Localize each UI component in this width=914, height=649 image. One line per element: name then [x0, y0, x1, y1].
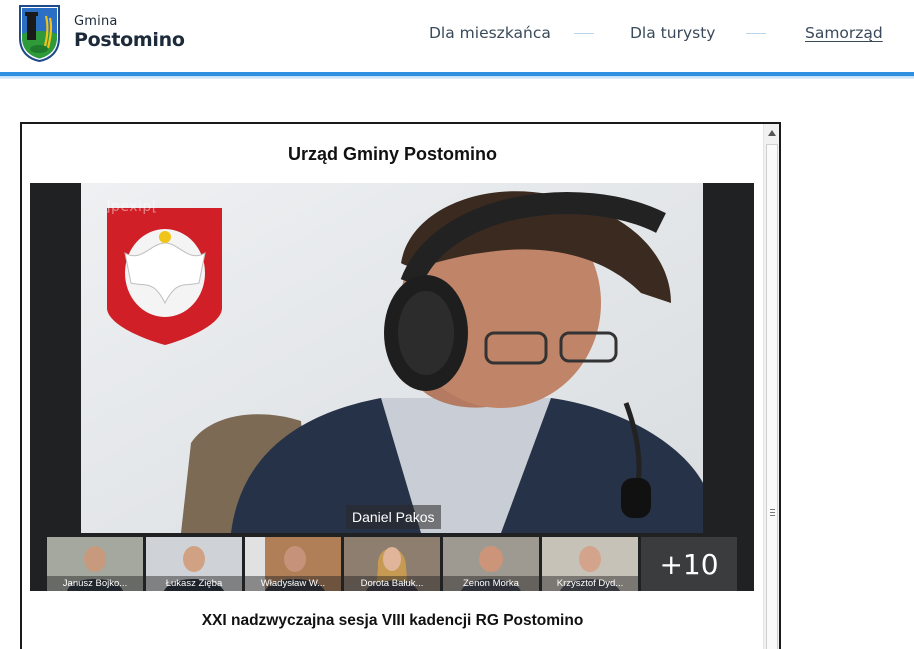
participant-thumbnail[interactable]: Władysław W...	[245, 537, 341, 591]
participant-thumbnails: Janusz Bojko... Łukasz Zięba Władysław W…	[47, 537, 737, 591]
participant-name: Janusz Bojko...	[47, 576, 143, 591]
nav-item-dla-turysty[interactable]: Dla turysty	[630, 0, 715, 66]
brand[interactable]: Gmina Postomino	[74, 14, 185, 51]
speaker-name-label: Daniel Pakos	[346, 505, 441, 529]
nav-item-dla-mieszkanca[interactable]: Dla mieszkańca	[429, 0, 551, 66]
nav-separator	[574, 33, 594, 34]
participant-name: Władysław W...	[245, 576, 341, 591]
participant-name: Łukasz Zięba	[146, 576, 242, 591]
nav-link-dla-mieszkanca[interactable]: Dla mieszkańca	[429, 24, 551, 42]
stream-title: Urząd Gminy Postomino	[287, 144, 498, 164]
participant-thumbnail[interactable]: Janusz Bojko...	[47, 537, 143, 591]
participant-name: Zenon Morka	[443, 576, 539, 591]
nav-separator	[746, 33, 766, 34]
gmina-coat-of-arms-icon[interactable]	[18, 4, 61, 62]
main-speaker-feed[interactable]: ]pexip[ Daniel Pakos	[81, 183, 703, 533]
frame-scrollbar[interactable]	[763, 124, 779, 649]
participant-thumbnail[interactable]: Krzysztof Dyd...	[542, 537, 638, 591]
participant-thumbnail[interactable]: Zenon Morka	[443, 537, 539, 591]
grip-lines-icon	[770, 509, 775, 518]
scrollbar-thumb[interactable]	[766, 144, 778, 649]
brand-name: Postomino	[74, 29, 185, 51]
brand-small-text: Gmina	[74, 14, 118, 29]
site-header: Gmina Postomino Dla mieszkańca Dla turys…	[0, 0, 914, 72]
more-participants-tile[interactable]: +10	[641, 537, 737, 591]
pexip-watermark: ]pexip[	[105, 199, 158, 215]
scroll-up-button[interactable]	[764, 124, 779, 142]
participant-thumbnail[interactable]: Łukasz Zięba	[146, 537, 242, 591]
header-accent-bar	[0, 72, 914, 79]
speaker-video-image	[81, 183, 703, 533]
nav-item-samorzad[interactable]: Samorząd	[805, 0, 883, 66]
participant-name: Dorota Bałuk...	[344, 576, 440, 591]
embedded-stream-frame[interactable]: Urząd Gminy Postomino]pexip[Daniel Pak…	[20, 122, 781, 649]
nav-link-samorzad[interactable]: Samorząd	[805, 24, 883, 42]
nav-link-dla-turysty[interactable]: Dla turysty	[630, 24, 715, 42]
video-player[interactable]: ]pexip[ Daniel Pakos Janusz Bojko... Łuk…	[30, 183, 754, 591]
participant-thumbnail[interactable]: Dorota Bałuk...	[344, 537, 440, 591]
triangle-up-icon	[768, 130, 776, 136]
participant-name: Krzysztof Dyd...	[542, 576, 638, 591]
session-caption: XXI nadzwyczajna sesja VIII kadencji RG …	[201, 612, 584, 629]
